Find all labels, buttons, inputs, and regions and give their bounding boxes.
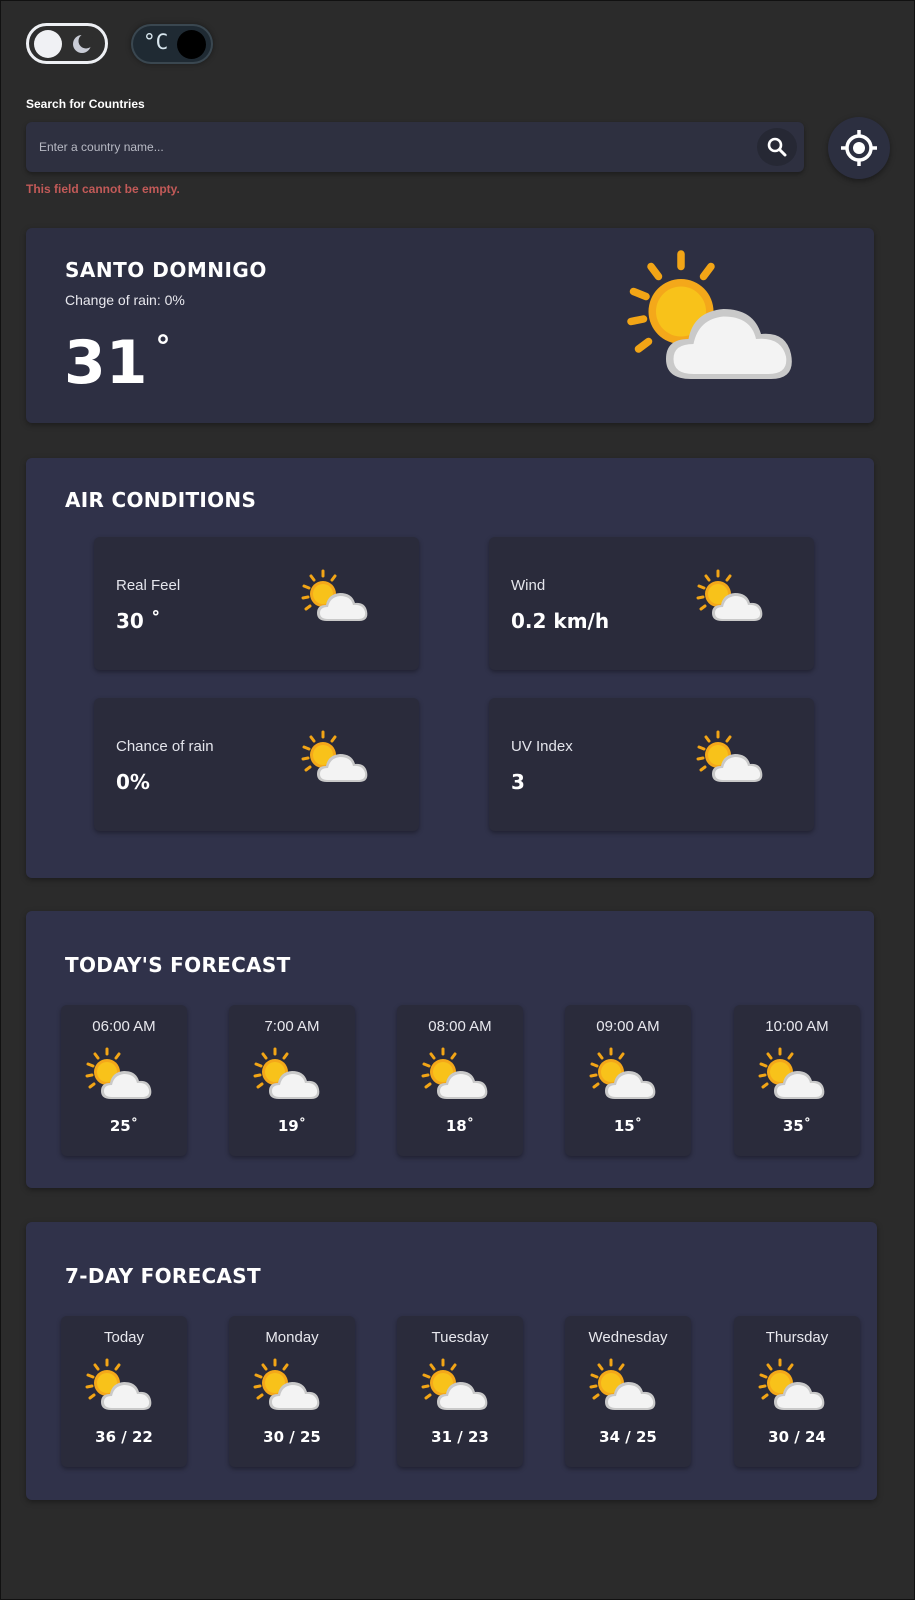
air-conditions-title: AIR CONDITIONS <box>65 488 257 512</box>
unit-toggle[interactable]: °C <box>131 24 213 64</box>
seven-day-forecast-card: 7-DAY FORECAST Today 36 / 22 Monday 30 /… <box>26 1222 877 1500</box>
city-name: SANTO DOMNIGO <box>65 258 267 282</box>
search-label: Search for Countries <box>26 97 145 111</box>
current-temperature: 31 ° <box>64 328 171 398</box>
forecast-time: 08:00 AM <box>428 1018 492 1035</box>
forecast-temp: 15˚ <box>613 1117 643 1135</box>
search-input[interactable] <box>26 122 746 172</box>
rain-chance-text: Change of rain: 0% <box>65 292 185 308</box>
sun-behind-cloud-icon <box>421 1047 488 1099</box>
hourly-forecast-tile: 10:00 AM 35˚ <box>734 1005 860 1156</box>
current-weather-card: SANTO DOMNIGO Change of rain: 0% 31 ° <box>26 228 874 423</box>
forecast-temps: 34 / 25 <box>599 1428 657 1446</box>
tile-label: Wind <box>511 577 546 594</box>
tile-value: 0% <box>116 770 150 794</box>
sun-behind-cloud-icon <box>696 730 763 782</box>
theme-toggle-knob <box>34 30 62 58</box>
degree-symbol: ° <box>155 330 171 365</box>
chance-of-rain-tile: Chance of rain 0% <box>94 698 419 831</box>
todays-forecast-card: TODAY'S FORECAST 06:00 AM 25˚ 7:00 AM 19… <box>26 911 874 1188</box>
daily-forecast-tile: Thursday 30 / 24 <box>734 1316 860 1467</box>
forecast-temps: 30 / 24 <box>768 1428 826 1446</box>
hourly-forecast-tile: 7:00 AM 19˚ <box>229 1005 355 1156</box>
daily-forecast-tile: Tuesday 31 / 23 <box>397 1316 523 1467</box>
forecast-day: Tuesday <box>431 1329 489 1346</box>
daily-forecast-tile: Today 36 / 22 <box>61 1316 187 1467</box>
forecast-day: Today <box>103 1329 145 1346</box>
tile-label: UV Index <box>511 738 573 755</box>
wind-tile: Wind 0.2 km/h <box>489 537 814 670</box>
forecast-time: 10:00 AM <box>765 1018 829 1035</box>
forecast-temp: 18˚ <box>445 1117 475 1135</box>
current-temperature-value: 31 <box>64 328 148 398</box>
daily-forecast-tile: Wednesday 34 / 25 <box>565 1316 691 1467</box>
daily-forecast-tile: Monday 30 / 25 <box>229 1316 355 1467</box>
tile-label: Chance of rain <box>116 738 214 755</box>
sun-behind-cloud-icon <box>253 1358 320 1410</box>
tile-value: 3 <box>511 770 525 794</box>
todays-forecast-title: TODAY'S FORECAST <box>65 953 291 977</box>
air-conditions-card: AIR CONDITIONS Real Feel 30 ˚ Wind 0.2 k… <box>26 458 874 878</box>
seven-day-forecast-title: 7-DAY FORECAST <box>65 1264 261 1288</box>
search-bar <box>26 122 804 172</box>
forecast-temp: 25˚ <box>109 1117 139 1135</box>
search-button[interactable] <box>757 128 797 166</box>
forecast-temp: 19˚ <box>277 1117 307 1135</box>
sun-behind-cloud-icon <box>758 1047 825 1099</box>
theme-toggle[interactable] <box>26 23 108 64</box>
locate-button[interactable] <box>828 117 890 179</box>
search-icon <box>767 137 787 157</box>
sun-behind-cloud-icon <box>627 250 792 379</box>
sun-behind-cloud-icon <box>301 730 368 782</box>
forecast-day: Thursday <box>765 1329 829 1346</box>
tile-value: 0.2 km/h <box>511 609 610 633</box>
forecast-temps: 30 / 25 <box>263 1428 321 1446</box>
forecast-temps: 36 / 22 <box>95 1428 153 1446</box>
forecast-time: 06:00 AM <box>92 1018 156 1035</box>
sun-behind-cloud-icon <box>589 1047 656 1099</box>
crosshair-icon <box>841 130 877 166</box>
sun-behind-cloud-icon <box>589 1358 656 1410</box>
sun-behind-cloud-icon <box>85 1047 152 1099</box>
tile-value: 30 ˚ <box>116 609 161 633</box>
forecast-temp: 35˚ <box>782 1117 812 1135</box>
real-feel-tile: Real Feel 30 ˚ <box>94 537 419 670</box>
forecast-day: Wednesday <box>588 1329 668 1346</box>
forecast-time: 7:00 AM <box>264 1018 320 1035</box>
forecast-day: Monday <box>265 1329 319 1346</box>
sun-behind-cloud-icon <box>85 1358 152 1410</box>
search-error-message: This field cannot be empty. <box>26 182 180 196</box>
unit-label: °C <box>143 30 169 54</box>
hourly-forecast-tile: 08:00 AM 18˚ <box>397 1005 523 1156</box>
unit-toggle-knob <box>177 30 206 59</box>
tile-label: Real Feel <box>116 577 181 594</box>
sun-behind-cloud-icon <box>301 569 368 621</box>
hourly-forecast-tile: 09:00 AM 15˚ <box>565 1005 691 1156</box>
sun-behind-cloud-icon <box>253 1047 320 1099</box>
hourly-forecast-tile: 06:00 AM 25˚ <box>61 1005 187 1156</box>
sun-behind-cloud-icon <box>758 1358 825 1410</box>
sun-behind-cloud-icon <box>421 1358 488 1410</box>
sun-behind-cloud-icon <box>696 569 763 621</box>
moon-icon <box>73 33 93 53</box>
forecast-time: 09:00 AM <box>596 1018 660 1035</box>
forecast-temps: 31 / 23 <box>431 1428 489 1446</box>
uv-index-tile: UV Index 3 <box>489 698 814 831</box>
